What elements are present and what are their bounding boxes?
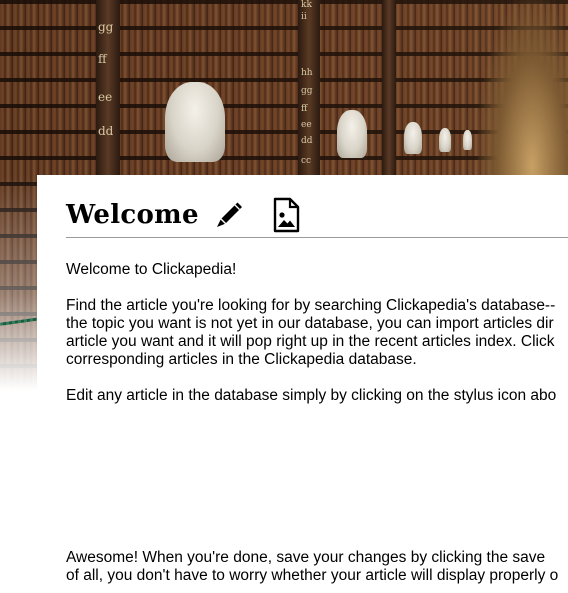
image-fade <box>0 175 40 390</box>
paragraph-line: Awesome! When you're done, save your cha… <box>66 549 546 566</box>
app-viewport: gg ff ee dd kk ii hh gg ff ee dd cc Welc… <box>0 0 568 593</box>
paragraph: Welcome to Clickapedia! <box>66 261 237 278</box>
shelf-letter: ii <box>301 12 307 22</box>
paragraph-line: Find the article you're looking for by s… <box>66 297 556 314</box>
shelf-letter: kk <box>301 0 312 10</box>
marble-bust <box>337 110 367 158</box>
paragraph: Edit any article in the database simply … <box>66 387 557 404</box>
paragraph-line: the topic you want is not yet in our dat… <box>66 315 554 332</box>
shelf-letter: ff <box>98 52 107 66</box>
title-divider <box>66 237 568 238</box>
marble-bust <box>165 82 225 162</box>
shelf-letter: ff <box>301 104 308 114</box>
pencil-icon[interactable] <box>212 197 246 233</box>
page-title: Welcome <box>66 200 199 230</box>
shelf-column <box>382 0 396 175</box>
article-body: Welcome to Clickapedia! Find the article… <box>66 261 568 585</box>
article-header: Welcome <box>66 197 568 237</box>
vaulted-ceiling <box>478 0 568 175</box>
shelf-letter: dd <box>301 136 313 146</box>
shelf-letter: ee <box>301 120 312 130</box>
paragraph-line: corresponding articles in the Clickapedi… <box>66 351 417 368</box>
shelf-letter: gg <box>301 86 313 96</box>
article-card: Welcome Welcome to Clickapedia! Find the… <box>37 175 568 593</box>
paragraph-line: article you want and it will pop right u… <box>66 333 555 350</box>
marble-bust <box>463 130 472 150</box>
shelf-letter: hh <box>301 68 313 78</box>
shelf-letter: gg <box>98 20 114 34</box>
paragraph-line: of all, you don't have to worry whether … <box>66 567 559 584</box>
shelf-letter: dd <box>98 124 114 138</box>
shelf-letter: cc <box>301 156 312 166</box>
marble-bust <box>404 122 422 154</box>
marble-bust <box>439 128 451 152</box>
image-file-icon[interactable] <box>269 197 303 233</box>
shelf-letter: ee <box>98 90 113 104</box>
